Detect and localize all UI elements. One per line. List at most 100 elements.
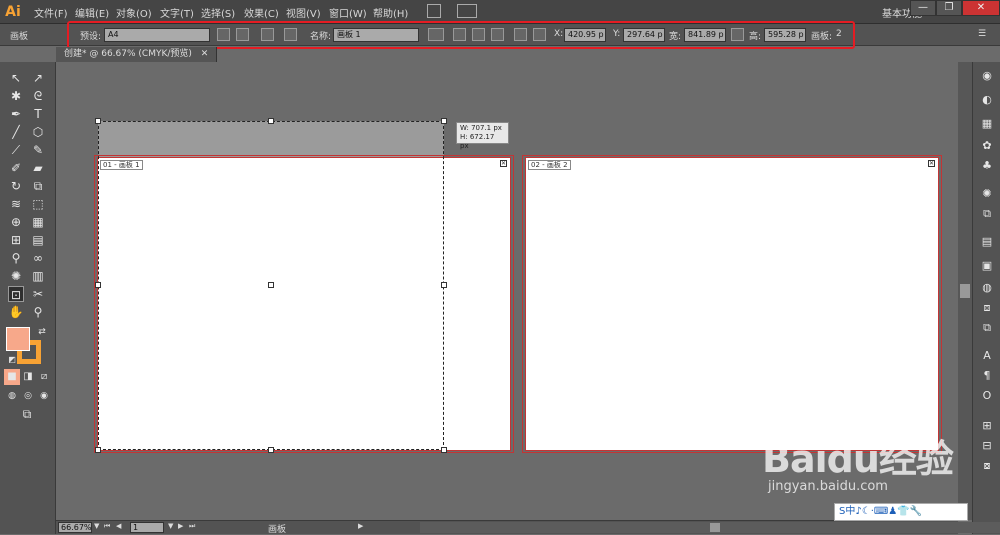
menu-file[interactable]: 文件(F) (34, 5, 68, 20)
free-transform-tool-icon[interactable]: ⬚ (30, 196, 46, 212)
appearance-icon[interactable]: ▣ (979, 258, 995, 274)
stroke-panel-icon[interactable]: ✺ (979, 186, 995, 202)
resize-handle-bottom[interactable] (268, 447, 274, 453)
graphic-styles-icon[interactable]: ◍ (979, 280, 995, 296)
pencil-tool-icon[interactable]: ✎ (30, 142, 46, 158)
transform-icon[interactable]: ⧇ (979, 458, 995, 474)
blob-brush-tool-icon[interactable]: ✐ (8, 160, 24, 176)
character-icon[interactable]: A (979, 348, 995, 364)
menu-view[interactable]: 视图(V) (286, 5, 321, 20)
hand-tool-icon[interactable]: ✋ (8, 304, 24, 320)
symbols-icon[interactable]: ♣ (979, 158, 995, 174)
polygon-tool-icon[interactable]: ⬡ (30, 124, 46, 140)
tooltip-height: H: 672.17 px (460, 133, 495, 150)
color-guide-icon[interactable]: ◉ (979, 68, 995, 84)
maximize-button[interactable]: ❐ (936, 0, 962, 16)
gradient-panel-icon[interactable]: ⧉ (979, 206, 995, 222)
mesh-tool-icon[interactable]: ⊞ (8, 232, 24, 248)
resize-handle-top[interactable] (268, 118, 274, 124)
menu-effect[interactable]: 效果(C) (244, 5, 279, 20)
align-icon[interactable]: ⊞ (979, 418, 995, 434)
graph-tool-icon[interactable]: ▥ (30, 268, 46, 284)
eraser-tool-icon[interactable]: ▰ (30, 160, 46, 176)
gradient-tool-icon[interactable]: ▤ (30, 232, 46, 248)
minimize-button[interactable]: — (910, 0, 936, 16)
menu-select[interactable]: 选择(S) (201, 5, 235, 20)
swatches-icon[interactable]: ▦ (979, 116, 995, 132)
type-tool-icon[interactable]: T (30, 106, 46, 122)
shape-builder-tool-icon[interactable]: ⊕ (8, 214, 24, 230)
transparency-icon[interactable]: ▤ (979, 234, 995, 250)
artboard-tool-icon[interactable]: ⊡ (8, 286, 24, 302)
paintbrush-tool-icon[interactable]: ⟋ (8, 142, 24, 158)
default-colors-icon[interactable]: ◩ (4, 352, 20, 368)
lasso-tool-icon[interactable]: ᘓ (30, 88, 46, 104)
resize-handle-bottom-right[interactable] (441, 447, 447, 453)
line-tool-icon[interactable]: ╱ (8, 124, 24, 140)
paragraph-icon[interactable]: ¶ (979, 368, 995, 384)
rotate-tool-icon[interactable]: ↻ (8, 178, 24, 194)
document-tab[interactable]: 创建* @ 66.67% (CMYK/预览) ✕ (56, 47, 218, 62)
document-tab-close[interactable]: ✕ (201, 49, 209, 59)
next-artboard-icon[interactable]: ▶ (178, 522, 183, 530)
resize-handle-right[interactable] (441, 282, 447, 288)
none-mode-icon[interactable]: ⧄ (36, 369, 52, 385)
panel-menu-icon[interactable]: ☰ (978, 29, 986, 39)
brushes-icon[interactable]: ✿ (979, 138, 995, 154)
artboard-1-close-icon[interactable]: ✕ (500, 160, 507, 167)
resize-handle-bottom-left[interactable] (95, 447, 101, 453)
menu-object[interactable]: 对象(O) (116, 5, 152, 20)
ime-toolbar[interactable]: S中♪☾·⌨♟👕🔧 (834, 503, 968, 521)
gradient-mode-icon[interactable]: ◨ (20, 369, 36, 385)
zoom-field[interactable]: 66.67% (58, 522, 92, 533)
draw-inside-icon[interactable]: ◉ (36, 388, 52, 404)
artboard-2-close-icon[interactable]: ✕ (928, 160, 935, 167)
resize-handle-top-right[interactable] (441, 118, 447, 124)
pen-tool-icon[interactable]: ✒ (8, 106, 24, 122)
zoom-tool-icon[interactable]: ⚲ (30, 304, 46, 320)
artboard-number-field[interactable]: 1 (130, 522, 164, 533)
last-artboard-icon[interactable]: ⏭ (189, 522, 195, 531)
first-artboard-icon[interactable]: ⏮ (104, 522, 110, 531)
magic-wand-tool-icon[interactable]: ✱ (8, 88, 24, 104)
eyedropper-tool-icon[interactable]: ⚲ (8, 250, 24, 266)
vertical-scroll-thumb[interactable] (960, 284, 970, 298)
symbol-sprayer-tool-icon[interactable]: ✺ (8, 268, 24, 284)
close-button[interactable]: ✕ (962, 0, 1000, 16)
artboards-panel-icon[interactable]: ⧉ (979, 320, 995, 336)
color-mode-icon[interactable]: ■ (4, 369, 20, 385)
color-panel-icon[interactable]: ◐ (979, 92, 995, 108)
prev-artboard-icon[interactable]: ◀ (116, 522, 121, 530)
layers-icon[interactable]: ⧈ (979, 300, 995, 316)
resize-handle-top-left[interactable] (95, 118, 101, 124)
selection-tool-icon[interactable]: ↖ (8, 70, 24, 86)
draw-behind-icon[interactable]: ◎ (20, 388, 36, 404)
direct-selection-tool-icon[interactable]: ↗ (30, 70, 46, 86)
current-tool-label: 画板 (268, 525, 287, 535)
menu-help[interactable]: 帮助(H) (373, 5, 408, 20)
swap-colors-icon[interactable]: ⇄ (34, 324, 50, 340)
bridge-icon[interactable] (427, 4, 441, 18)
arrange-documents-icon[interactable] (457, 4, 477, 18)
fill-color-swatch[interactable] (6, 327, 30, 351)
pathfinder-icon[interactable]: ⊟ (979, 438, 995, 454)
resize-handle-center[interactable] (268, 282, 274, 288)
artboard-2[interactable]: 02 - 画板 2 ✕ (525, 157, 939, 451)
draw-normal-icon[interactable]: ◍ (4, 388, 20, 404)
slice-tool-icon[interactable]: ✂ (30, 286, 46, 302)
menu-type[interactable]: 文字(T) (160, 5, 194, 20)
menu-edit[interactable]: 编辑(E) (75, 5, 109, 20)
blend-tool-icon[interactable]: ∞ (30, 250, 46, 266)
menu-window[interactable]: 窗口(W) (329, 5, 367, 20)
artboard-dropdown-icon[interactable]: ▼ (168, 522, 173, 530)
perspective-grid-tool-icon[interactable]: ▦ (30, 214, 46, 230)
warp-tool-icon[interactable]: ≋ (8, 196, 24, 212)
status-menu-icon[interactable]: ▶ (358, 522, 363, 530)
screen-mode-icon[interactable]: ⧉ (18, 406, 36, 422)
zoom-dropdown-icon[interactable]: ▼ (94, 522, 99, 530)
scale-tool-icon[interactable]: ⧉ (30, 178, 46, 194)
resize-handle-left[interactable] (95, 282, 101, 288)
opentype-icon[interactable]: O (979, 388, 995, 404)
horizontal-scrollbar[interactable] (420, 522, 1000, 533)
horizontal-scroll-thumb[interactable] (710, 523, 720, 532)
